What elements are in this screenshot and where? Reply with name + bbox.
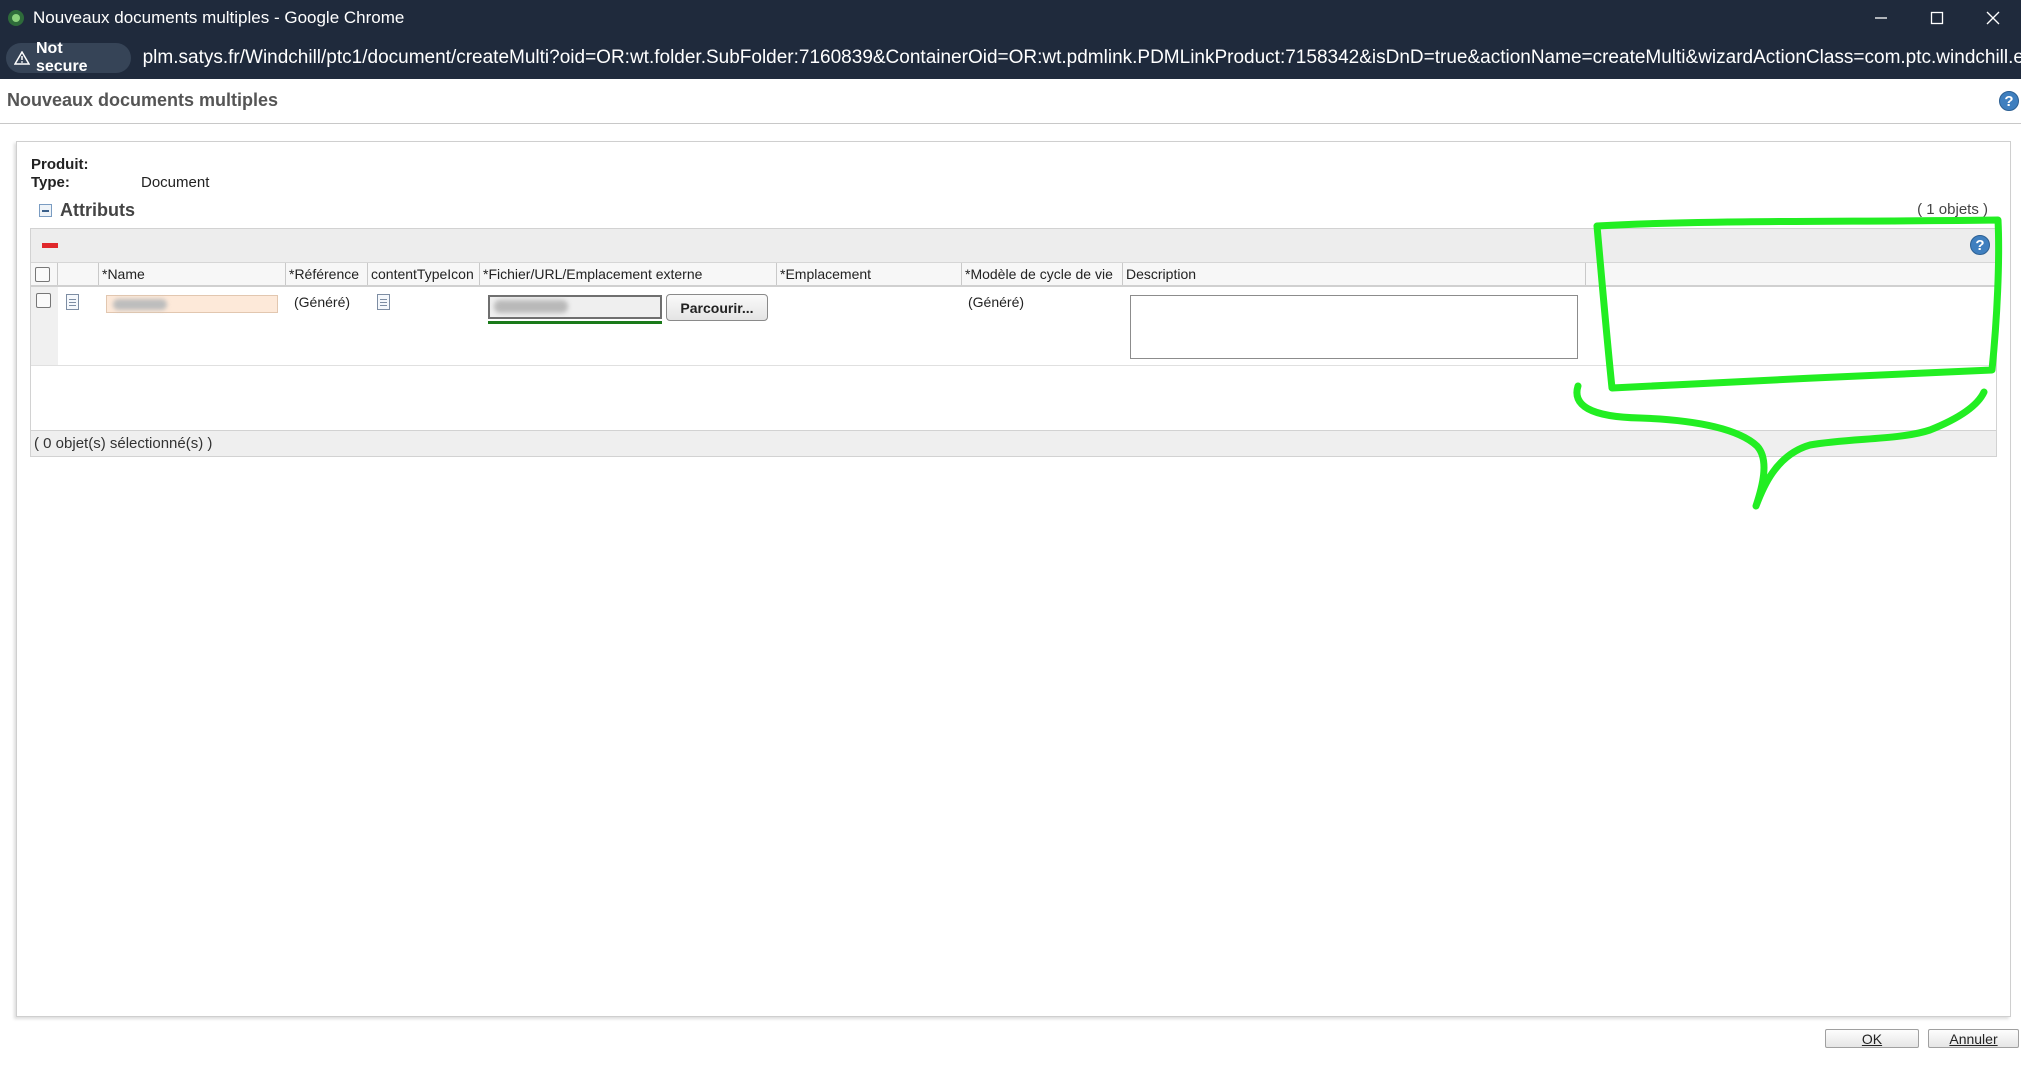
help-icon[interactable]: ? [1999, 91, 2019, 111]
attributes-header: Attributs [39, 200, 135, 221]
product-row: Produit: [31, 156, 89, 173]
select-all-column [31, 263, 58, 285]
address-bar: Not secure plm.satys.fr/Windchill/ptc1/d… [0, 36, 2021, 79]
table-help-icon[interactable]: ? [1970, 235, 1990, 255]
table-toolbar: ? [31, 229, 1996, 263]
table-row: (Généré) Parcourir... (Généré) [31, 287, 1996, 366]
column-header-lifecycle[interactable]: *Modèle de cycle de vie [962, 263, 1123, 285]
column-header-location[interactable]: *Emplacement [777, 263, 962, 285]
browse-button[interactable]: Parcourir... [666, 294, 768, 321]
security-indicator[interactable]: Not secure [6, 39, 131, 75]
lifecycle-value: (Généré) [968, 294, 1025, 310]
column-header-file[interactable]: *Fichier/URL/Emplacement externe [480, 263, 777, 285]
wizard-panel: Produit: Type: Document Attributs ( 1 ob… [16, 141, 2011, 1017]
reference-value: (Généré) [294, 294, 351, 310]
window-title: Nouveaux documents multiples - Google Ch… [33, 8, 405, 27]
file-input-underline [488, 321, 662, 324]
column-header-description[interactable]: Description [1123, 263, 1586, 285]
close-icon[interactable] [1965, 0, 2021, 36]
select-all-checkbox[interactable] [35, 267, 50, 282]
object-count: ( 1 objets ) [1917, 201, 1988, 218]
table-header: *Name *Référence contentTypeIcon *Fichie… [31, 263, 1996, 287]
type-row: Type: [31, 174, 70, 191]
column-header-reference[interactable]: *Référence [286, 263, 368, 285]
maximize-icon[interactable] [1909, 0, 1965, 36]
url-field[interactable]: plm.satys.fr/Windchill/ptc1/document/cre… [143, 47, 2021, 69]
content-type-icon [377, 294, 390, 310]
type-value: Document [141, 174, 210, 191]
remove-row-icon[interactable] [42, 243, 58, 248]
minimize-icon[interactable] [1853, 0, 1909, 36]
attributes-title: Attributs [60, 200, 135, 220]
page-title: Nouveaux documents multiples [7, 90, 279, 110]
icon-column-header [58, 263, 99, 285]
column-header-content-type[interactable]: contentTypeIcon [368, 263, 480, 285]
browser-title-bar: Nouveaux documents multiples - Google Ch… [0, 0, 2021, 36]
ok-button[interactable]: OK [1825, 1029, 1919, 1048]
product-label: Produit: [31, 156, 89, 173]
name-input[interactable] [106, 295, 278, 313]
document-icon [66, 294, 79, 310]
row-checkbox[interactable] [36, 293, 51, 308]
column-header-name[interactable]: *Name [99, 263, 286, 285]
cancel-button[interactable]: Annuler [1928, 1029, 2019, 1048]
row-selector [31, 287, 58, 365]
warning-icon [14, 50, 30, 65]
app-icon [8, 10, 24, 26]
collapse-icon[interactable] [39, 204, 52, 217]
description-textarea[interactable] [1130, 295, 1578, 359]
file-path-input[interactable] [488, 295, 662, 319]
page-header: Nouveaux documents multiples ? [0, 79, 2021, 124]
selection-status: ( 0 objet(s) sélectionné(s) ) [31, 430, 1996, 456]
security-label: Not secure [35, 39, 88, 75]
type-label: Type: [31, 174, 70, 191]
attributes-table: ? *Name *Référence contentTypeIcon *Fich… [30, 228, 1997, 457]
